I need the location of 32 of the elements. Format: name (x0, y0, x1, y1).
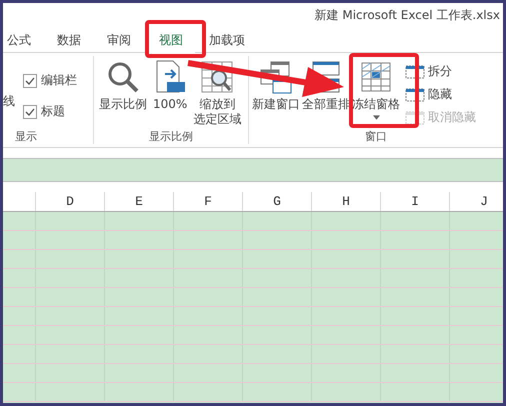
checkbox-label: 编辑栏 (41, 72, 77, 89)
ribbon-tab[interactable]: 加载项 (207, 28, 257, 52)
windows-icon (259, 60, 293, 94)
ribbon-tab[interactable]: 公式 (5, 28, 43, 52)
ribbon-tab[interactable]: 审阅 (105, 28, 143, 52)
ribbon-button[interactable]: 隐藏 (403, 85, 478, 104)
checkbox[interactable] (23, 74, 37, 88)
zoom-selection-icon (200, 60, 234, 94)
column-header[interactable]: F (173, 192, 242, 211)
ribbon-button[interactable]: 冻结窗格 (351, 58, 401, 122)
freeze-grid-icon (359, 60, 393, 94)
ribbon-label: 线 (3, 93, 15, 110)
ribbon-button[interactable]: 拆分 (403, 62, 478, 81)
column-header[interactable]: H (311, 192, 380, 211)
ribbon-button[interactable]: 缩放到 选定区域 (190, 58, 244, 129)
ribbon-button[interactable]: 新建窗口 (251, 58, 301, 114)
column-header[interactable]: J (449, 192, 503, 211)
ribbon-button[interactable]: 显示比例 (96, 58, 150, 114)
column-header[interactable]: E (104, 192, 173, 211)
checkbox[interactable] (23, 104, 37, 118)
checkbox-label: 标题 (41, 103, 65, 120)
ribbon-button[interactable]: 100% (150, 58, 190, 114)
column-header[interactable]: D (35, 192, 104, 211)
highlight-frame (145, 20, 206, 58)
magnifier-icon (106, 60, 140, 94)
group-label: 显示 (14, 129, 38, 144)
group-label: 窗口 (364, 129, 388, 144)
column-header[interactable]: G (242, 192, 311, 211)
group-label: 显示比例 (148, 129, 194, 144)
ribbon-tab[interactable]: 数据 (55, 28, 93, 52)
window-title: 新建 Microsoft Excel 工作表.xlsx (314, 7, 500, 24)
column-header[interactable]: I (380, 192, 449, 211)
